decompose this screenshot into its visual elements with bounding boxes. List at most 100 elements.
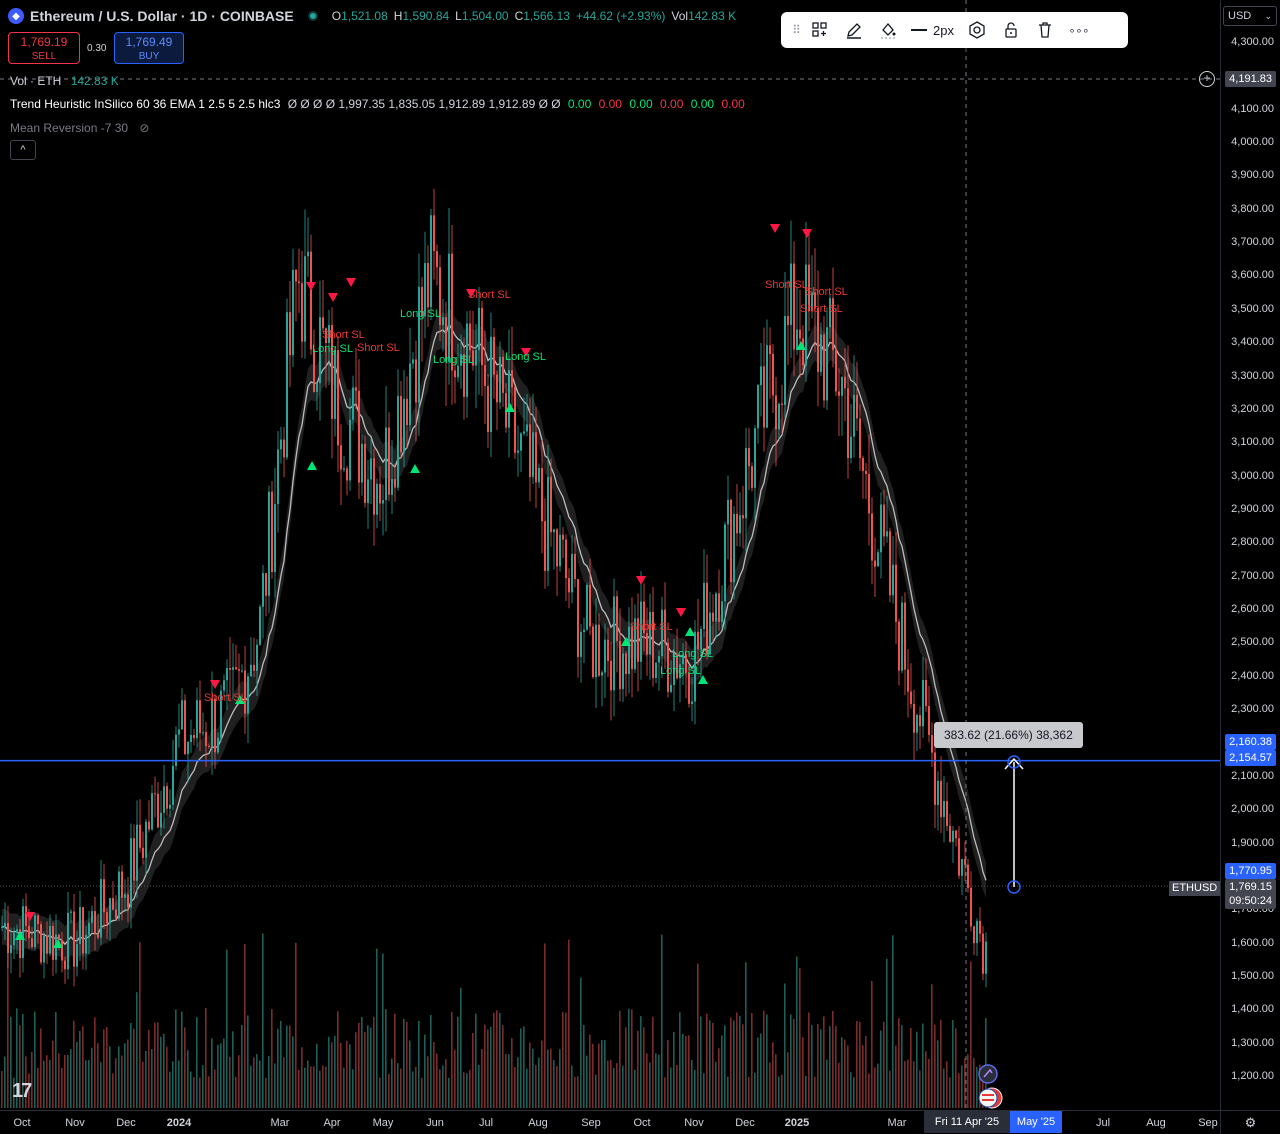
candle-body — [736, 513, 738, 534]
candle-body — [508, 370, 510, 428]
volume-bar — [622, 1065, 624, 1108]
volume-bar — [769, 1062, 771, 1108]
volume-bar — [490, 1026, 492, 1108]
volume-bar — [817, 1024, 819, 1108]
candle-body — [781, 403, 783, 405]
volume-bar — [289, 1025, 291, 1108]
volume-bar — [802, 1037, 804, 1108]
volume-bar — [394, 1013, 396, 1108]
volume-bar — [127, 1039, 129, 1108]
candle-body — [577, 579, 579, 657]
open-value: 1,521.08 — [341, 9, 388, 23]
volume-indicator-legend[interactable]: Vol · ETH 142.83 K — [10, 74, 119, 88]
long-signal-label: Long SL — [672, 648, 713, 660]
candle-body — [817, 308, 819, 372]
candle-body — [142, 847, 144, 858]
volume-bar — [529, 1042, 531, 1108]
hidden-eye-icon[interactable]: ⊘ — [139, 121, 149, 135]
volume-bar — [511, 1038, 513, 1108]
lock-icon[interactable] — [994, 16, 1028, 44]
fill-icon[interactable] — [871, 16, 905, 44]
candle-body — [970, 887, 972, 927]
volume-bar — [331, 1042, 333, 1108]
volume-bar — [568, 939, 570, 1108]
volume-bar — [937, 1040, 939, 1108]
volume-bar — [538, 1057, 540, 1108]
volume-bar — [109, 1046, 111, 1108]
volume-bar — [61, 1067, 63, 1108]
candle-body — [415, 359, 417, 403]
volume-bar — [79, 1030, 81, 1108]
candle-body — [283, 439, 285, 458]
settings-icon[interactable] — [960, 16, 994, 44]
volume-bar — [229, 1056, 231, 1108]
volume-bar — [889, 1070, 891, 1108]
short-signal-marker — [306, 282, 316, 291]
volume-bar — [706, 1013, 708, 1108]
currency-select[interactable]: USD ⌄ — [1223, 6, 1277, 26]
volume-bar — [694, 1069, 696, 1108]
trend-indicator-legend[interactable]: Trend Heuristic InSilico 60 36 EMA 1 2.5… — [10, 97, 745, 111]
volume-bar — [160, 1036, 162, 1108]
candle-body — [16, 929, 18, 933]
volume-bar — [736, 1012, 738, 1108]
tradingview-logo[interactable]: 17 — [12, 1080, 32, 1103]
sell-label: SELL — [31, 51, 57, 62]
short-signal-label: Short SL — [805, 286, 848, 298]
candle-body — [139, 824, 141, 848]
volume-bar — [460, 987, 462, 1108]
collapse-legend-button[interactable]: ^ — [10, 140, 36, 160]
volume-bar — [94, 1017, 96, 1108]
candle-body — [412, 359, 414, 364]
chart-settings-icon[interactable]: ⚙ — [1220, 1110, 1280, 1134]
volume-bar — [412, 1071, 414, 1108]
spread-value: 0.30 — [87, 43, 107, 54]
candle-body — [871, 513, 873, 561]
candle-body — [853, 394, 855, 437]
volume-bar — [451, 1011, 453, 1108]
volume-bar — [952, 1020, 954, 1108]
candle-body — [748, 447, 750, 467]
drag-handle-icon[interactable]: ⠿ — [789, 16, 803, 44]
volume-bar — [52, 1040, 54, 1108]
candle-body — [358, 390, 360, 483]
chart-canvas[interactable]: Long SL Long SL Long SL Long SL Long SL Long … — [0, 0, 1220, 1110]
volume-bar — [82, 1026, 84, 1108]
trash-icon[interactable] — [1028, 16, 1062, 44]
add-alert-icon[interactable]: + — [1199, 71, 1215, 87]
volume-bar — [334, 1035, 336, 1108]
candle-body — [112, 898, 114, 910]
volume-bar — [613, 1068, 615, 1108]
template-icon[interactable] — [803, 16, 837, 44]
candle-body — [316, 383, 318, 392]
price-axis[interactable]: USD ⌄ 4,300.00 4,100.00 4,000.00 3,900.00 3,… — [1220, 0, 1280, 1110]
symbol-title[interactable]: Ethereum / U.S. Dollar · 1D · COINBASE — [30, 8, 294, 24]
volume-bar — [550, 1048, 552, 1108]
candle-body — [376, 483, 378, 515]
market-status-icon[interactable] — [307, 11, 318, 21]
volume-bar — [472, 1033, 474, 1108]
volume-bar — [397, 1063, 399, 1108]
candle-body — [31, 938, 33, 948]
candle-body — [307, 251, 309, 257]
volume-bar — [940, 1019, 942, 1108]
candle-body — [118, 871, 120, 919]
candle-body — [478, 307, 480, 351]
event-flags[interactable] — [978, 1064, 1012, 1115]
candle-body — [850, 436, 852, 458]
pencil-icon[interactable] — [837, 16, 871, 44]
sell-button[interactable]: 1,769.19 SELL — [8, 32, 80, 64]
drawing-toolbar: ⠿ 2px ∘∘∘ — [781, 12, 1128, 48]
trend-band — [2, 306, 986, 963]
candle-body — [616, 596, 618, 641]
candle-body — [484, 365, 486, 386]
buy-button[interactable]: 1,769.49 BUY — [114, 32, 184, 64]
candle-body — [595, 624, 597, 677]
volume-bar — [781, 1074, 783, 1108]
time-tick-label: Oct — [13, 1117, 31, 1129]
more-icon[interactable]: ∘∘∘ — [1062, 16, 1096, 44]
line-thickness-button[interactable]: 2px — [905, 16, 960, 44]
candle-body — [157, 793, 159, 828]
candle-body — [67, 912, 69, 970]
mean-reversion-legend[interactable]: Mean Reversion -7 30 ⊘ — [10, 121, 149, 135]
